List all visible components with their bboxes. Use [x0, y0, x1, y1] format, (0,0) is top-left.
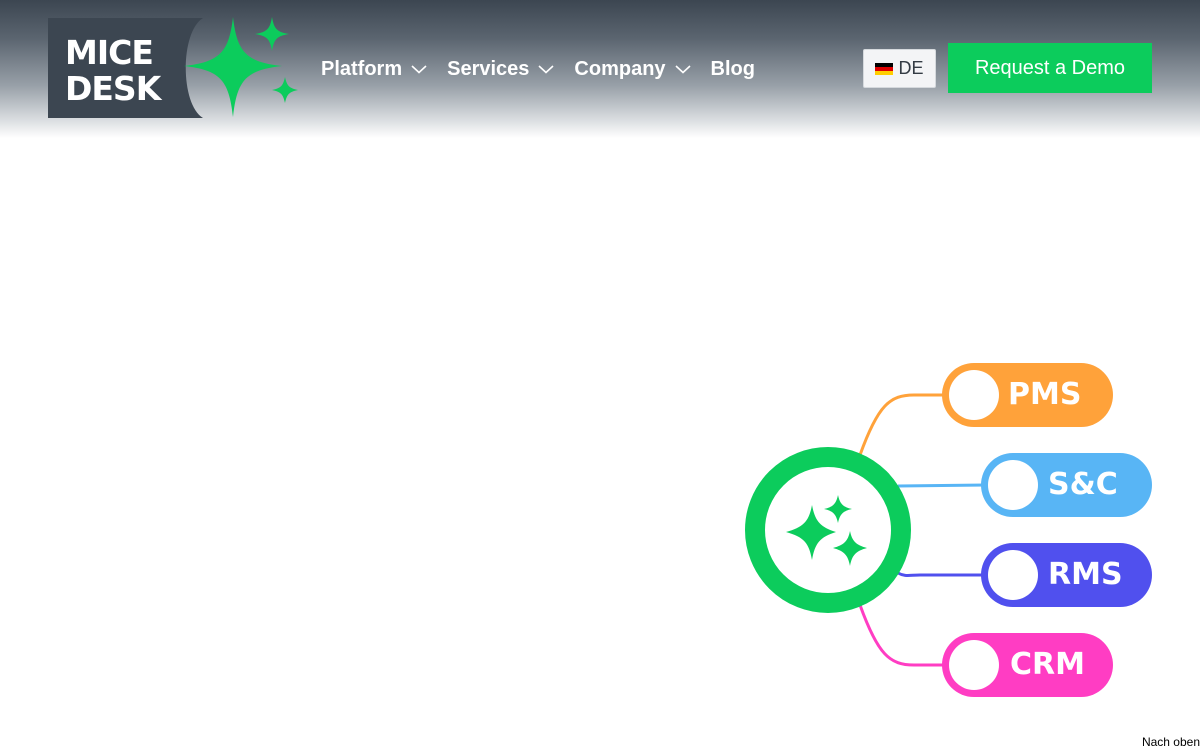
logo-text-line2: DESK — [65, 69, 161, 108]
chevron-down-icon — [538, 65, 554, 74]
pill-sc-label: S&C — [1048, 467, 1118, 502]
request-demo-button[interactable]: Request a Demo — [948, 43, 1152, 93]
integration-diagram-graphic — [745, 363, 1152, 697]
nav-item-blog[interactable]: Blog — [711, 58, 755, 81]
pill-sc-knob — [988, 460, 1038, 510]
micedesk-logo[interactable]: MICE DESK — [48, 14, 300, 120]
logo-text-line1: MICE — [65, 33, 154, 72]
integration-diagram: PMS S&C RMS CRM — [740, 355, 1160, 705]
page: MICE DESK Platform Services Company Blog… — [0, 0, 1200, 750]
pill-pms-knob — [949, 370, 999, 420]
nav-item-platform[interactable]: Platform — [321, 58, 428, 81]
nav-item-label: Platform — [321, 57, 403, 80]
german-flag-icon — [875, 62, 894, 75]
connector-crm — [858, 604, 946, 667]
nav-item-company[interactable]: Company — [574, 58, 691, 81]
site-header: MICE DESK Platform Services Company Blog… — [0, 0, 1200, 138]
nav-item-label: Services — [447, 57, 530, 80]
language-switcher[interactable]: DE — [863, 49, 936, 88]
pill-crm-knob — [949, 640, 999, 690]
nav-item-services[interactable]: Services — [447, 58, 555, 81]
connector-rms — [897, 571, 986, 577]
language-label: DE — [898, 58, 924, 78]
pill-pms-label: PMS — [1008, 377, 1082, 412]
nav-item-label: Blog — [710, 57, 755, 80]
connector-sc — [897, 483, 987, 488]
nav-item-label: Company — [574, 57, 666, 80]
connector-pms — [858, 393, 946, 456]
pill-rms-knob — [988, 550, 1038, 600]
sparkle-small-icon — [255, 17, 289, 51]
main-nav: Platform Services Company Blog — [321, 50, 774, 88]
chevron-down-icon — [675, 65, 691, 74]
pill-crm-label: CRM — [1010, 647, 1085, 682]
back-to-top-link[interactable]: Nach oben — [1142, 735, 1200, 749]
pill-rms-label: RMS — [1048, 557, 1123, 592]
chevron-down-icon — [411, 65, 427, 74]
sparkle-small-icon — [272, 77, 298, 103]
